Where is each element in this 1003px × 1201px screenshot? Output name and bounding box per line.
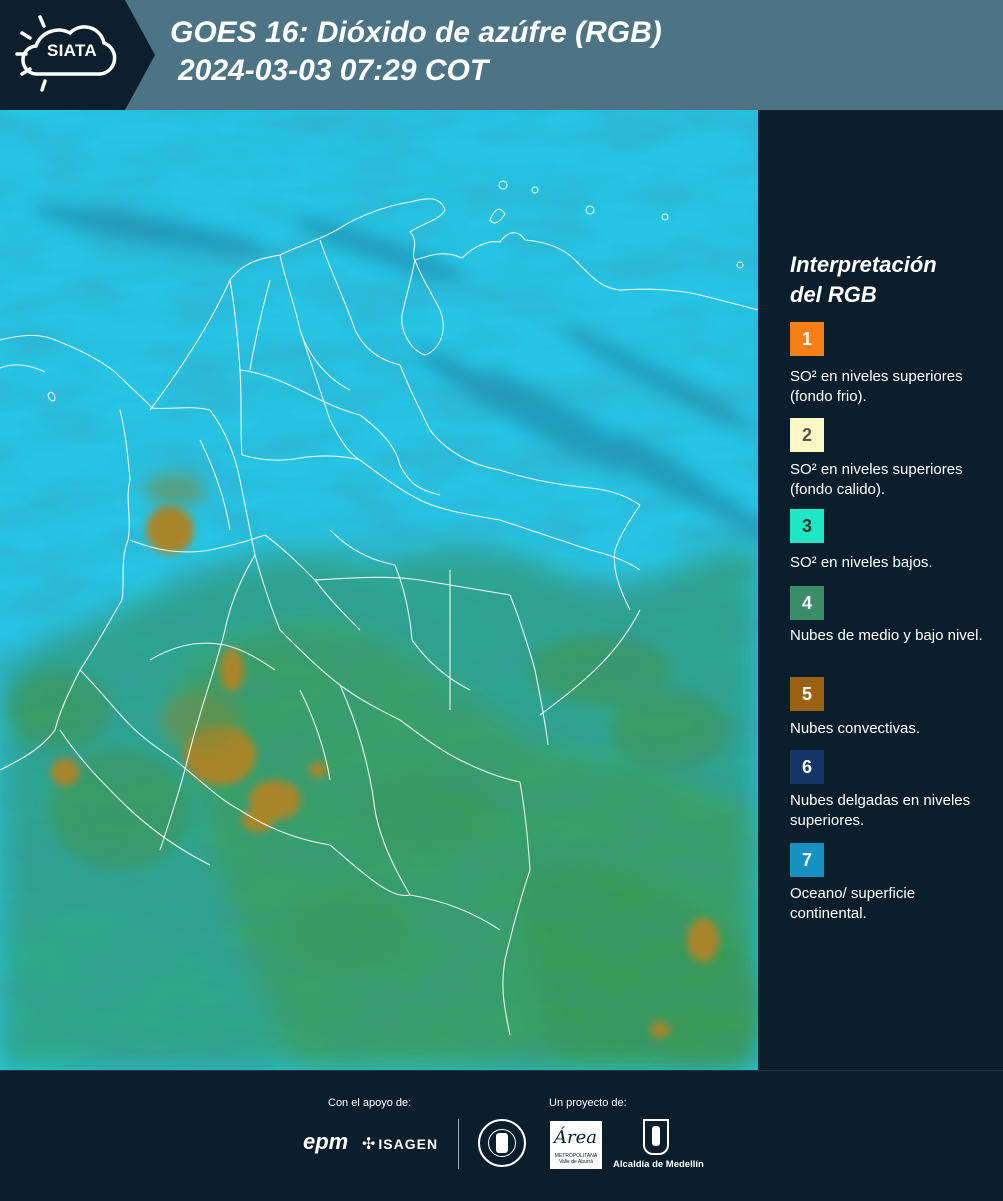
footer-divider	[458, 1119, 459, 1169]
siata-logo[interactable]: SIATA	[0, 0, 155, 110]
legend-label-1: SO² en niveles superiores (fondo frio).	[790, 368, 963, 405]
legend-swatch-3: 3	[790, 509, 824, 543]
area-logo-text: Área	[554, 1127, 597, 1148]
legend-title: Interpretación del RGB	[790, 250, 990, 310]
alcaldia-shield-icon[interactable]	[643, 1119, 669, 1155]
alcaldia-label[interactable]: Alcaldía de Medellín	[613, 1159, 704, 1170]
epm-logo[interactable]: epm	[303, 1129, 348, 1155]
project-label: Un proyecto de:	[549, 1097, 627, 1109]
legend-label-6: Nubes delgadas en niveles superiores.	[790, 792, 971, 829]
legend-label-5: Nubes convectivas.	[790, 720, 921, 737]
legend-swatch-7: 7	[790, 843, 824, 877]
page-subtitle-timestamp: 2024-03-03 07:29 COT	[178, 54, 489, 87]
legend-title-line2: del RGB	[790, 282, 877, 307]
legend-swatch-2: 2	[790, 418, 824, 452]
footer-sponsors: Con el apoyo de: Un proyecto de: epm ✣ IS…	[0, 1070, 1003, 1201]
support-label: Con el apoyo de:	[328, 1097, 412, 1109]
isagen-mark-icon: ✣	[362, 1136, 377, 1153]
header-bar: SIATA GOES 16: Dióxido de azúfre (RGB) 2…	[0, 0, 1003, 110]
area-logo-subtext: METROPOLITANA Valle de Aburrá	[554, 1153, 598, 1165]
legend-label-2: SO² en niveles superiores (fondo calido)…	[790, 461, 963, 498]
legend-label-3: SO² en niveles bajos.	[790, 554, 933, 571]
satellite-map[interactable]	[0, 110, 758, 1070]
legend-swatch-6: 6	[790, 750, 824, 784]
isagen-logo-text: ISAGEN	[378, 1136, 439, 1152]
legend-label-4: Nubes de medio y bajo nivel.	[790, 627, 983, 644]
legend-swatch-4: 4	[790, 586, 824, 620]
siata-logo-text: SIATA	[47, 41, 97, 60]
page-title: GOES 16: Dióxido de azúfre (RGB)	[170, 16, 662, 49]
medellin-seal-icon[interactable]	[478, 1119, 526, 1167]
area-metropolitana-logo[interactable]: Área METROPOLITANA Valle de Aburrá	[550, 1121, 602, 1169]
legend-label-7: Oceano/ superficie continental.	[790, 885, 916, 922]
legend-swatch-1: 1	[790, 322, 824, 356]
legend-title-line1: Interpretación	[790, 252, 937, 277]
rgb-legend-panel: Interpretación del RGB 1 SO² en niveles …	[758, 110, 1003, 1070]
isagen-logo[interactable]: ✣ ISAGEN	[362, 1134, 438, 1154]
legend-swatch-5: 5	[790, 677, 824, 711]
